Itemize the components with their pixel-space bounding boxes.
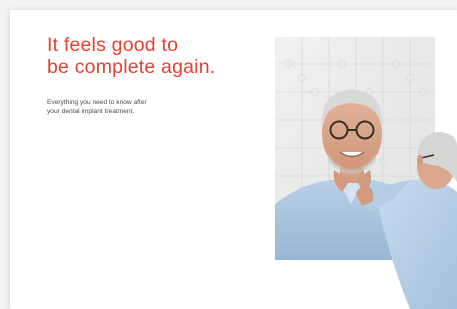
intro-text: Everything you need to know after your d… — [47, 98, 247, 116]
brochure-cover: It feels good to be complete again. Ever… — [10, 10, 457, 309]
cover-photo-illustration — [275, 37, 457, 309]
headline: It feels good to be complete again. — [47, 34, 277, 78]
headline-line-2: be complete again. — [47, 56, 216, 78]
cover-photo — [260, 34, 457, 309]
intro-text-line-2: your dental implant treatment. — [47, 108, 135, 115]
intro-text-line-1: Everything you need to know after — [47, 99, 147, 106]
headline-line-1: It feels good to — [47, 34, 179, 56]
